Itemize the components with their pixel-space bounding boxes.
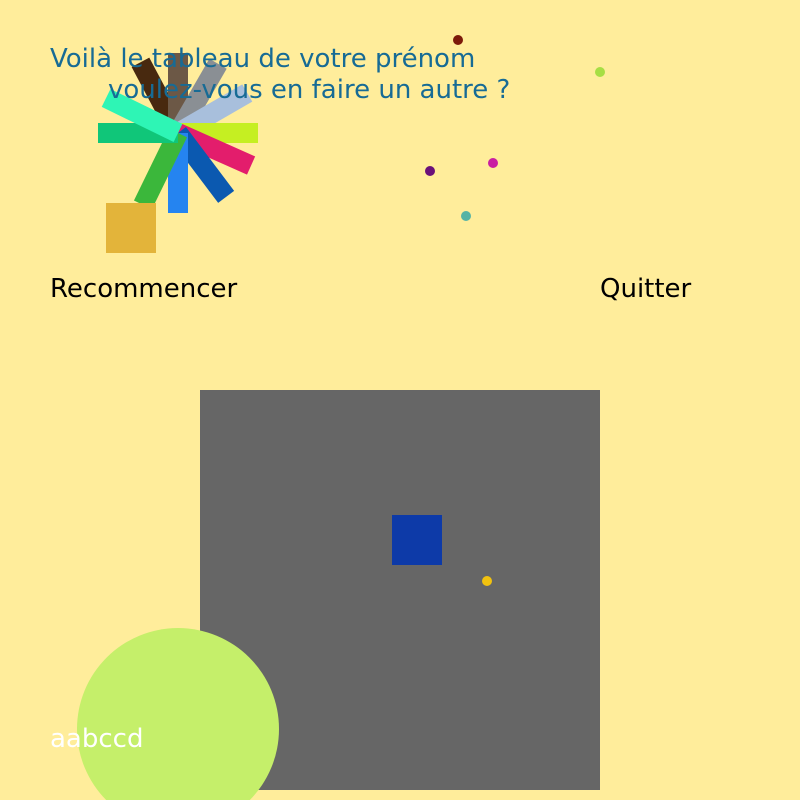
- quit-button[interactable]: Quitter: [600, 273, 691, 305]
- dot-shape: [425, 166, 435, 176]
- dot-shape: [461, 211, 471, 221]
- title-line-1: Voilà le tableau de votre prénom: [50, 44, 476, 74]
- square-shape: [106, 203, 156, 253]
- name-painting: [77, 35, 605, 800]
- name-label: aabccd: [50, 724, 144, 754]
- square-shape: [392, 515, 442, 565]
- dot-shape: [595, 67, 605, 77]
- title-line-2: voulez-vous en faire un autre ?: [108, 75, 511, 105]
- dot-shape: [488, 158, 498, 168]
- dot-shape: [482, 576, 492, 586]
- restart-button[interactable]: Recommencer: [50, 273, 237, 305]
